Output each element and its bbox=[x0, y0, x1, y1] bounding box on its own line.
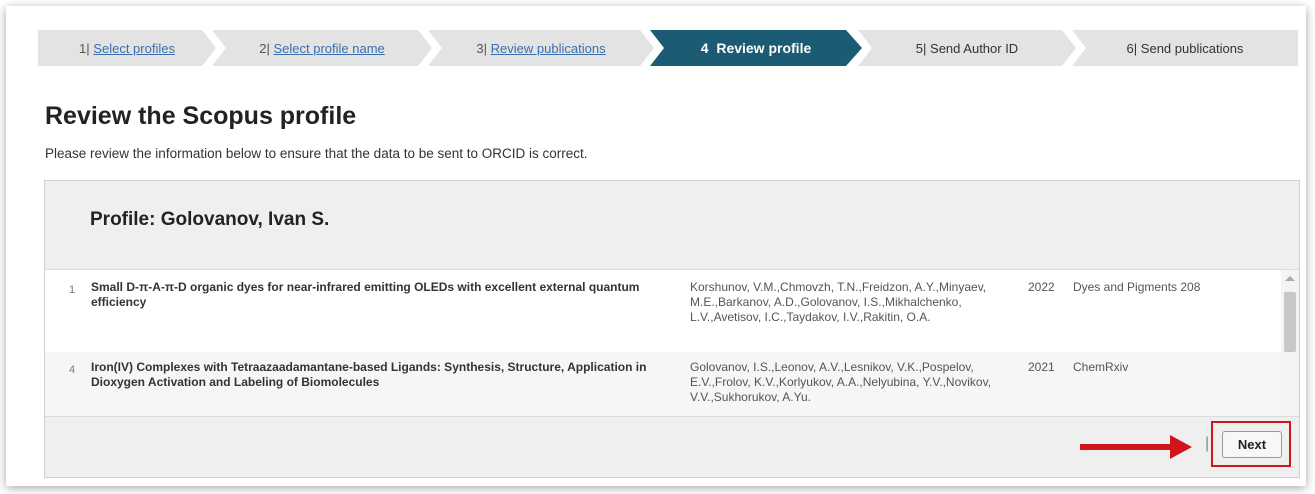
step-label-review-profile: Review profile bbox=[716, 40, 812, 56]
step-label-send-author-id: Send Author ID bbox=[930, 40, 1019, 56]
step-separator: | bbox=[86, 40, 90, 56]
profile-heading: Profile: Golovanov, Ivan S. bbox=[90, 209, 330, 230]
next-button[interactable]: Next bbox=[1222, 431, 1282, 458]
publication-year: 2021 bbox=[1028, 360, 1055, 374]
publication-source: Dyes and Pigments 208 bbox=[1073, 280, 1201, 294]
step-number: 5 bbox=[915, 40, 924, 56]
wizard-step-select-profiles[interactable]: 1| Select profiles bbox=[38, 30, 216, 66]
publication-index: 1 bbox=[69, 284, 76, 296]
step-separator: | bbox=[923, 40, 927, 56]
wizard-step-review-publications[interactable]: 3| Review publications bbox=[428, 30, 654, 66]
wizard-step-select-profile-name[interactable]: 2| Select profile name bbox=[212, 30, 432, 66]
publication-row: 1 Small D-π-A-π-D organic dyes for near-… bbox=[45, 280, 1281, 350]
annotation-arrow-head bbox=[1170, 435, 1192, 459]
publication-title: Small D-π-A-π-D organic dyes for near-in… bbox=[91, 280, 640, 309]
publication-year: 2022 bbox=[1028, 280, 1055, 294]
page-subtitle: Please review the information below to e… bbox=[45, 146, 588, 161]
publication-title: Iron(IV) Complexes with Tetraazaadamanta… bbox=[91, 360, 647, 389]
step-label-send-publications: Send publications bbox=[1140, 40, 1244, 56]
publication-list-scrollbar[interactable] bbox=[1281, 270, 1299, 416]
wizard-step-send-publications: 6| Send publications bbox=[1072, 30, 1298, 66]
step-separator: | bbox=[1133, 40, 1138, 56]
step-link-select-profiles[interactable]: Select profiles bbox=[93, 41, 175, 56]
wizard-step-review-profile: 4 Review profile bbox=[650, 30, 862, 66]
profile-panel-header: Profile: Golovanov, Ivan S. bbox=[45, 181, 1299, 269]
step-separator: | bbox=[266, 40, 270, 56]
publication-list[interactable]: 1 Small D-π-A-π-D organic dyes for near-… bbox=[45, 269, 1299, 417]
publication-row: 4 Iron(IV) Complexes with Tetraazaadaman… bbox=[45, 352, 1281, 416]
publication-index: 4 bbox=[69, 364, 76, 376]
step-number: 3 bbox=[476, 40, 484, 56]
publication-authors: Korshunov, V.M.,Chmovzh, T.N.,Freidzon, … bbox=[690, 280, 987, 324]
scrollbar-thumb[interactable] bbox=[1284, 292, 1296, 352]
page-title: Review the Scopus profile bbox=[45, 102, 357, 130]
step-link-review-publications[interactable]: Review publications bbox=[491, 41, 606, 56]
step-link-select-profile-name[interactable]: Select profile name bbox=[273, 41, 384, 56]
annotation-arrow-icon bbox=[1080, 444, 1172, 450]
step-number: 4 bbox=[700, 40, 709, 56]
wizard-step-send-author-id: 5| Send Author ID bbox=[858, 30, 1076, 66]
footer-separator: | bbox=[1205, 435, 1210, 452]
wizard-steps: 1| Select profiles 2| Select profile nam… bbox=[38, 30, 1298, 66]
step-separator: | bbox=[483, 40, 488, 56]
step-number: 6 bbox=[1126, 40, 1134, 56]
publication-authors: Golovanov, I.S.,Leonov, A.V.,Lesnikov, V… bbox=[690, 360, 992, 404]
scroll-up-arrow-icon[interactable] bbox=[1285, 276, 1295, 281]
publication-source: ChemRxiv bbox=[1073, 360, 1129, 374]
profile-panel: Profile: Golovanov, Ivan S. 1 Small D-π-… bbox=[44, 180, 1300, 478]
panel-footer: | Next bbox=[45, 415, 1299, 477]
